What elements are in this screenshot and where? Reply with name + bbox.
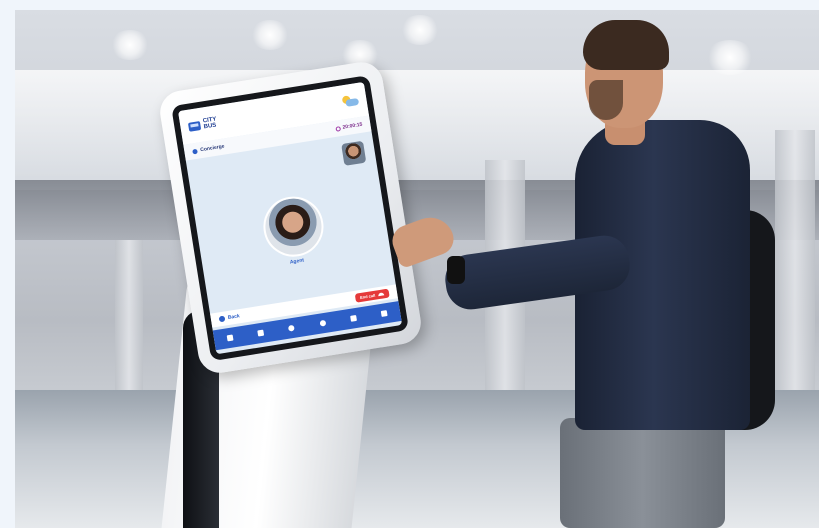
background-pillar [115, 240, 143, 410]
clock-icon [335, 125, 342, 132]
photo-scene: CITY BUS Concierge 20:00:15 Agent Back E… [15, 10, 819, 528]
kiosk-screen-bezel: CITY BUS Concierge 20:00:15 Agent Back E… [171, 75, 410, 362]
person-beard [589, 80, 623, 120]
person-hair [583, 20, 669, 70]
person-pants [560, 418, 725, 528]
back-button[interactable]: Back [218, 313, 241, 323]
kiosk-head: CITY BUS Concierge 20:00:15 Agent Back E… [157, 59, 424, 376]
car-icon[interactable] [381, 310, 388, 317]
phone-hangup-icon [377, 291, 385, 296]
location-icon[interactable] [319, 319, 327, 327]
ticket-icon[interactable] [350, 314, 357, 322]
home-icon[interactable] [226, 334, 234, 342]
concierge-label: Concierge [199, 143, 225, 154]
ceiling-light [400, 15, 440, 45]
ceiling-light [110, 30, 150, 60]
smartwatch [447, 256, 465, 284]
support-icon[interactable] [288, 324, 296, 332]
person-icon [192, 148, 198, 154]
ceiling-light [705, 40, 755, 75]
agent-video-avatar [259, 192, 328, 261]
kiosk-screen[interactable]: CITY BUS Concierge 20:00:15 Agent Back E… [178, 81, 403, 355]
back-arrow-icon [218, 315, 226, 323]
city-bus-logo: CITY BUS [187, 116, 218, 132]
background-pillar [775, 130, 815, 410]
bus-logo-icon [187, 120, 202, 132]
weather-sun-cloud-icon [340, 94, 360, 109]
ceiling-light [250, 20, 290, 50]
logo-line-2: BUS [203, 122, 217, 131]
end-call-label: End call [359, 292, 376, 300]
self-camera-preview [341, 140, 367, 166]
end-call-button[interactable]: End call [354, 288, 390, 303]
bus-icon[interactable] [257, 329, 265, 337]
back-label: Back [227, 313, 241, 321]
time-display: 20:00:15 [342, 121, 363, 131]
